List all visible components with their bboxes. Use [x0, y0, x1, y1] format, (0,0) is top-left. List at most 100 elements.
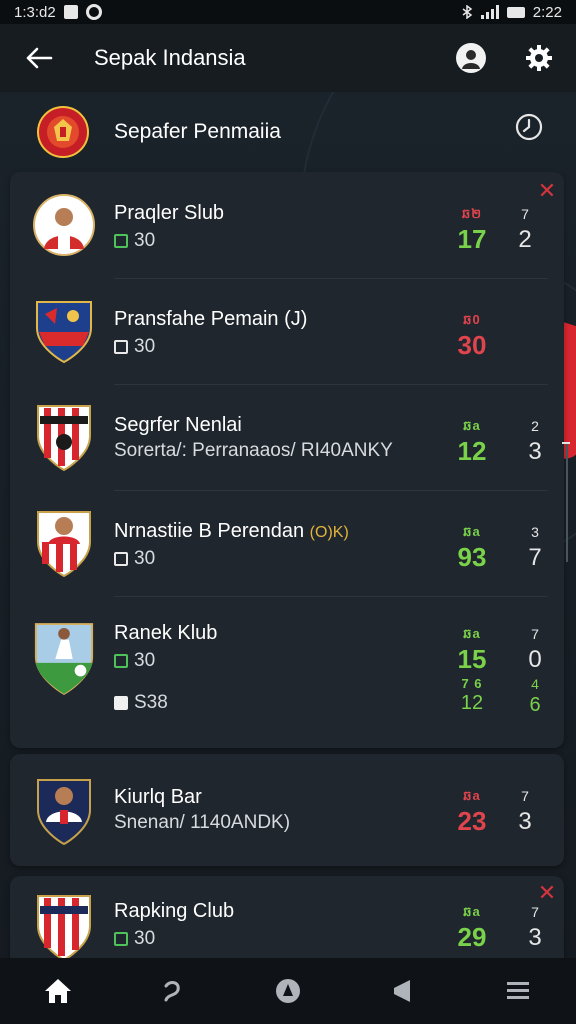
signal-icon — [480, 5, 499, 19]
notification-icon — [63, 5, 78, 19]
club-card: ✕ Rapking Club 30 ឆa 29 7 3 — [10, 876, 564, 958]
club-name: Pransfahe Pemain (J) — [114, 308, 308, 330]
app-bar: Sepak Indansia — [0, 24, 576, 92]
scrollbar[interactable] — [566, 442, 568, 562]
status-time-left: 1:3:d2 — [14, 3, 56, 21]
club-meta: 30 — [114, 336, 155, 358]
rank-head: 3 — [531, 524, 539, 540]
club-name: Praqler Slub — [114, 202, 225, 224]
status-left: 1:3:d2 — [14, 4, 102, 21]
stat2-head: 7 6 — [461, 676, 483, 691]
gear-icon — [526, 45, 552, 71]
rank-head: 7 — [521, 206, 529, 222]
sync-icon — [85, 4, 102, 20]
white-square-icon — [114, 696, 128, 710]
rank-value: 0 — [528, 646, 542, 673]
club-meta: 30 — [114, 650, 155, 672]
club-badge: (O)K) — [309, 524, 349, 541]
club-card: ✕ Praqler Slub 30 ឆ២ 17 7 2 Pransfahe Pe… — [10, 172, 564, 748]
stat-value: 30 — [457, 330, 487, 360]
nav-home[interactable] — [38, 971, 78, 1011]
nav-hook[interactable] — [153, 971, 193, 1011]
green-square-icon — [114, 234, 128, 248]
table-row[interactable]: Kiurlq Bar Snenan/ 1140ANDK) ឆa 23 7 3 — [10, 754, 564, 866]
club-meta: Sorerta/: Perranaaos/ RI40ANKY — [114, 440, 393, 461]
stat-head: ឆ0 — [463, 312, 481, 327]
club-meta: 30 — [114, 230, 155, 252]
home-icon — [44, 979, 71, 1003]
compass-icon — [275, 979, 300, 1003]
bottom-nav — [0, 958, 576, 1024]
stat-value: 23 — [457, 806, 487, 836]
club-meta: 30 — [114, 548, 155, 570]
white-square-icon — [114, 552, 128, 566]
menu-icon — [507, 982, 530, 999]
arrow-left-icon — [26, 47, 53, 69]
club-crest-icon — [32, 508, 96, 578]
back-button[interactable] — [22, 41, 56, 75]
megaphone-icon — [394, 980, 411, 1002]
club-name: Kiurlq Bar — [114, 786, 202, 808]
league-name: Sepafer Penmaiia — [114, 120, 281, 143]
rank-value: 3 — [528, 438, 542, 465]
clock-icon[interactable] — [514, 112, 544, 142]
nav-menu[interactable] — [498, 971, 538, 1011]
table-row[interactable]: Pransfahe Pemain (J) 30 ឆ0 30 — [10, 278, 564, 384]
club-name: Segrfer Nenlai — [114, 414, 242, 436]
club-crest-icon — [32, 618, 96, 698]
stat-head: ឆ២ — [461, 206, 483, 221]
league-logo-icon — [37, 106, 89, 158]
club-list: Sepafer Penmaiia ✕ Praqler Slub 30 ឆ២ 17… — [0, 92, 576, 958]
rank-value: 2 — [518, 226, 532, 253]
stat-value: 17 — [457, 224, 487, 254]
stat-value: 93 — [457, 542, 487, 572]
rank-value: 3 — [518, 808, 532, 835]
stat-head: ឆa — [463, 524, 481, 539]
club-crest-icon — [32, 776, 96, 846]
green-square-icon — [114, 654, 128, 668]
club-crest-icon — [32, 402, 96, 472]
rank-head: 7 — [531, 626, 539, 642]
club-crest-icon — [32, 190, 96, 260]
stat2-value: 12 — [460, 692, 484, 714]
stat-head: ឆa — [463, 418, 481, 433]
scrollbar-thumb[interactable] — [562, 442, 570, 444]
club-name: Ranek Klub — [114, 622, 218, 644]
league-header[interactable]: Sepafer Penmaiia — [0, 92, 576, 172]
club-card: Kiurlq Bar Snenan/ 1140ANDK) ឆa 23 7 3 — [10, 754, 564, 866]
status-bar: 1:3:d2 2:22 — [0, 0, 576, 24]
stat-head: ឆa — [463, 904, 481, 919]
rank-value: 7 — [528, 544, 542, 571]
table-row[interactable]: Praqler Slub 30 ឆ២ 17 7 2 — [10, 172, 564, 278]
table-row[interactable]: Ranek Klub 30 S38 ឆa 15 7 0 7 6 12 4 6 — [10, 596, 564, 748]
green-square-icon — [114, 932, 128, 946]
hook-icon — [164, 981, 180, 1002]
stat-head: ឆa — [463, 788, 481, 803]
club-name: Rapking Club — [114, 900, 235, 922]
nav-megaphone[interactable] — [383, 971, 423, 1011]
table-row[interactable]: Segrfer Nenlai Sorerta/: Perranaaos/ RI4… — [10, 384, 564, 490]
club-name: Nrnastiie B Perendan (O)K) — [114, 520, 349, 542]
rank-head: 7 — [521, 788, 529, 804]
status-right: 2:22 — [461, 4, 562, 21]
club-meta: 30 — [114, 928, 155, 950]
nav-compass[interactable] — [268, 971, 308, 1011]
page-title: Sepak Indansia — [94, 45, 246, 70]
status-time-right: 2:22 — [532, 3, 562, 21]
club-crest-icon — [32, 296, 96, 366]
stat-value: 15 — [457, 644, 487, 674]
avatar-icon — [462, 50, 480, 69]
club-meta: Snenan/ 1140ANDK) — [114, 812, 291, 833]
rank-head: 2 — [531, 418, 539, 434]
club-crest-icon — [32, 892, 96, 958]
table-row[interactable]: Nrnastiie B Perendan (O)K) 30 ឆa 93 3 7 — [10, 490, 564, 596]
bluetooth-icon — [462, 5, 473, 19]
rank-value: 3 — [528, 924, 542, 951]
stat-value: 12 — [457, 436, 487, 466]
rank-head: 7 — [531, 904, 539, 920]
settings-button[interactable] — [524, 43, 554, 73]
table-row[interactable]: Rapking Club 30 ឆa 29 7 3 — [10, 876, 564, 958]
profile-button[interactable] — [456, 43, 486, 73]
stat-head: ឆa — [463, 626, 481, 641]
club-meta-secondary: S38 — [114, 692, 168, 714]
